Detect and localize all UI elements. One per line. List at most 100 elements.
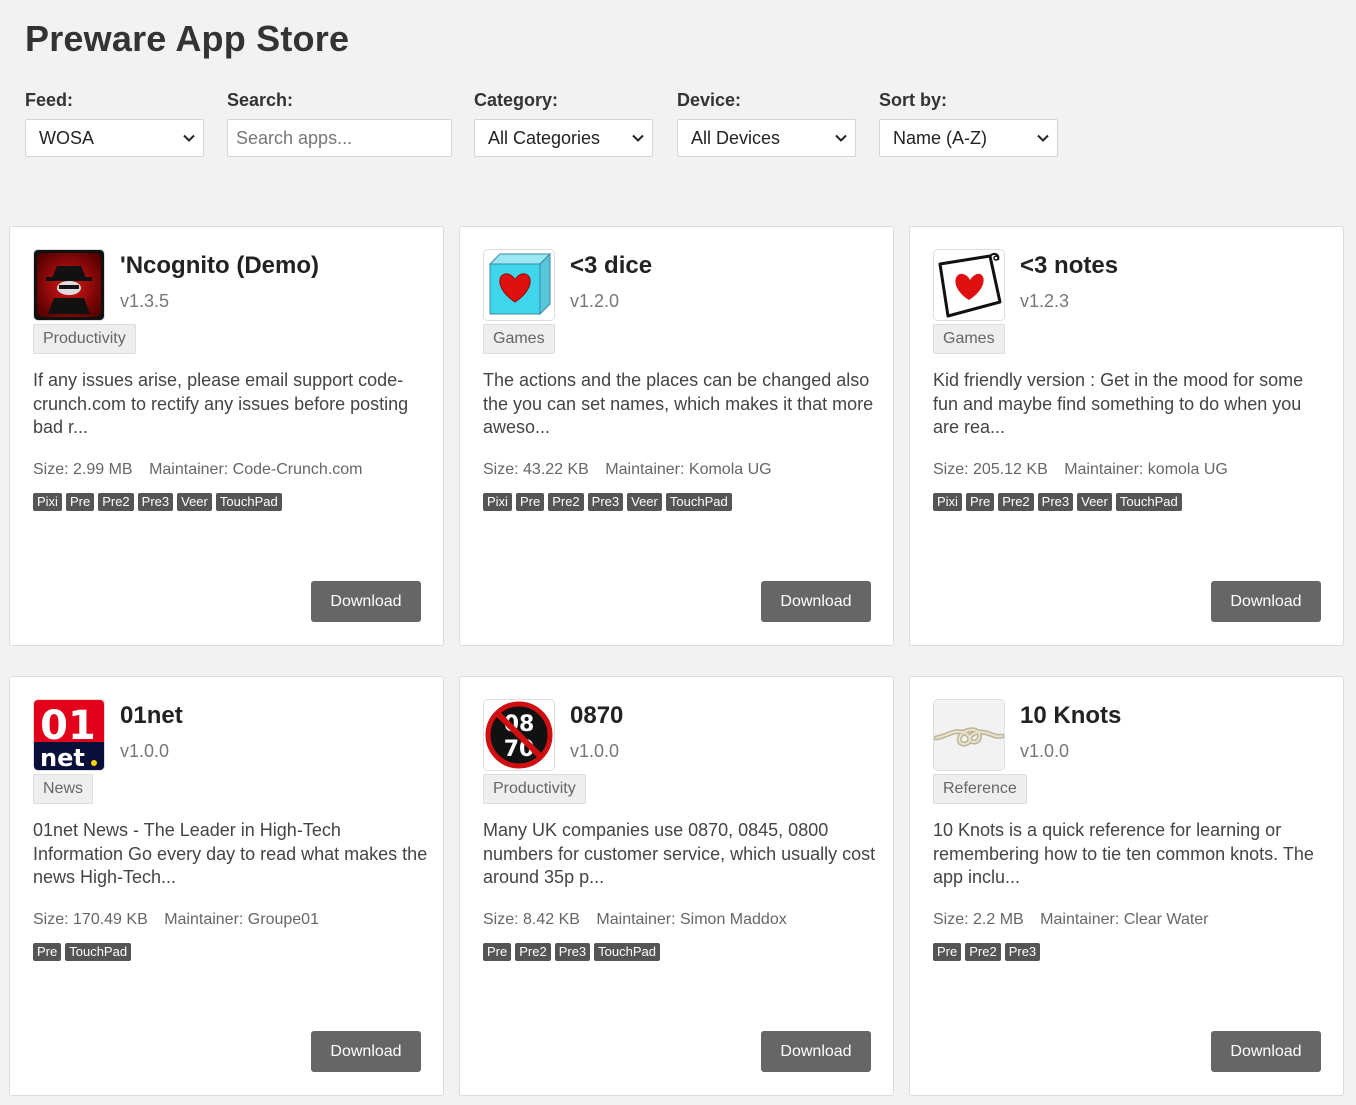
device-tag: TouchPad <box>1115 493 1182 511</box>
heart-note-icon <box>933 249 1005 321</box>
app-name: <3 dice <box>570 252 653 279</box>
app-description: 10 Knots is a quick reference for learni… <box>933 820 1314 887</box>
app-maintainer: Maintainer: komola UG <box>1064 461 1228 478</box>
device-tag: Pre2 <box>515 943 551 961</box>
device-tag: Pre <box>65 493 95 511</box>
app-size: Size: 2.99 MB <box>33 461 133 478</box>
no-0870-icon: 08 70 <box>483 699 555 771</box>
app-meta: Size: 43.22 KB Maintainer: Komola UG <box>483 461 772 479</box>
chevron-down-icon <box>183 134 195 142</box>
app-description: Kid friendly version : Get in the mood f… <box>933 370 1304 437</box>
chevron-down-icon <box>632 134 644 142</box>
app-maintainer: Maintainer: Komola UG <box>605 461 772 478</box>
app-meta: Size: 205.12 KB Maintainer: komola UG <box>933 461 1228 479</box>
device-tag: Veer <box>177 493 212 511</box>
category-badge: News <box>33 774 94 804</box>
app-size: Size: 170.49 KB <box>33 911 148 928</box>
app-maintainer: Maintainer: Simon Maddox <box>596 911 787 928</box>
download-button[interactable]: Download <box>311 1031 421 1072</box>
device-tag: Pre <box>965 493 995 511</box>
device-tag: Pre2 <box>98 493 134 511</box>
device-tag: Pre <box>483 943 512 961</box>
device-tag: Pre2 <box>998 493 1034 511</box>
device-tag: Pre <box>933 943 962 961</box>
app-name: <3 notes <box>1020 252 1119 279</box>
heart-dice-icon <box>483 249 555 321</box>
app-name: 0870 <box>570 702 624 729</box>
app-description: 01net News - The Leader in High-Tech Inf… <box>33 820 428 887</box>
device-tag: Pre3 <box>1004 943 1041 961</box>
download-button[interactable]: Download <box>311 581 421 622</box>
download-button[interactable]: Download <box>761 1031 871 1072</box>
app-version: v1.0.0 <box>120 741 170 761</box>
device-tags: Pixi Pre Pre2 Pre3 Veer TouchPad <box>933 493 1182 511</box>
device-filter: Device: All Devices <box>677 90 856 157</box>
device-tag: Pre2 <box>965 943 1001 961</box>
icon-text-bottom: net <box>40 744 85 770</box>
device-select-value: All Devices <box>691 128 781 148</box>
app-maintainer: Maintainer: Clear Water <box>1040 911 1209 928</box>
app-meta: Size: 170.49 KB Maintainer: Groupe01 <box>33 911 319 929</box>
chevron-down-icon <box>1037 134 1049 142</box>
app-size: Size: 8.42 KB <box>483 911 580 928</box>
category-select[interactable]: All Categories <box>474 119 653 157</box>
01net-logo-icon: 01 net <box>33 699 105 771</box>
icon-text-top: 01 <box>40 703 96 749</box>
device-select[interactable]: All Devices <box>677 119 856 157</box>
app-card: 01 net 01net v1.0.0 News 01net News - Th… <box>9 676 444 1096</box>
category-badge: Reference <box>933 774 1027 804</box>
device-tag: Pixi <box>483 493 512 511</box>
app-card: <3 dice v1.2.0 Games The actions and the… <box>459 226 894 646</box>
app-description: The actions and the places can be change… <box>483 370 874 437</box>
category-badge: Games <box>933 324 1005 354</box>
feed-select-value: WOSA <box>39 128 95 148</box>
app-name: 10 Knots <box>1020 702 1122 729</box>
category-filter: Category: All Categories <box>474 90 653 157</box>
download-button[interactable]: Download <box>1211 1031 1321 1072</box>
device-tag: TouchPad <box>594 943 660 961</box>
app-name: 'Ncognito (Demo) <box>120 252 320 279</box>
device-tag: Pre3 <box>554 943 591 961</box>
device-tag: Pre3 <box>1037 493 1074 511</box>
app-card: 'Ncognito (Demo) v1.3.5 Productivity If … <box>9 226 444 646</box>
device-tag: Veer <box>627 493 662 511</box>
device-tag: TouchPad <box>65 943 132 961</box>
category-select-value: All Categories <box>488 128 601 148</box>
device-tag: Veer <box>1077 493 1112 511</box>
app-meta: Size: 2.99 MB Maintainer: Code-Crunch.co… <box>33 461 362 479</box>
app-card: <3 notes v1.2.3 Games Kid friendly versi… <box>909 226 1344 646</box>
device-tags: Pixi Pre Pre2 Pre3 Veer TouchPad <box>33 493 282 511</box>
device-tags: Pre TouchPad <box>33 943 132 961</box>
app-version: v1.2.0 <box>570 291 620 311</box>
device-tag: Pixi <box>33 493 62 511</box>
filter-bar: Feed: WOSA Search: Category: All Categor… <box>0 0 1356 200</box>
sort-filter: Sort by: Name (A-Z) <box>879 90 1058 157</box>
sort-label: Sort by: <box>879 90 948 110</box>
feed-label: Feed: <box>25 90 74 110</box>
category-badge: Productivity <box>33 324 136 354</box>
download-button[interactable]: Download <box>1211 581 1321 622</box>
app-card: 08 70 0870 v1.0.0 Productivity Many UK c… <box>459 676 894 1096</box>
feed-select[interactable]: WOSA <box>25 119 204 157</box>
device-tag: Pre2 <box>548 493 584 511</box>
sort-select-value: Name (A-Z) <box>893 128 987 148</box>
app-meta: Size: 8.42 KB Maintainer: Simon Maddox <box>483 911 787 929</box>
app-size: Size: 205.12 KB <box>933 461 1048 478</box>
device-tag: Pixi <box>933 493 962 511</box>
category-label: Category: <box>474 90 559 110</box>
sort-select[interactable]: Name (A-Z) <box>879 119 1058 157</box>
device-label: Device: <box>677 90 742 110</box>
search-input[interactable] <box>227 119 452 157</box>
app-maintainer: Maintainer: Code-Crunch.com <box>149 461 363 478</box>
device-tag: Pre3 <box>137 493 174 511</box>
app-size: Size: 2.2 MB <box>933 911 1024 928</box>
category-badge: Productivity <box>483 774 586 804</box>
search-label: Search: <box>227 90 294 110</box>
download-button[interactable]: Download <box>761 581 871 622</box>
device-tag: Pre3 <box>587 493 624 511</box>
app-description: Many UK companies use 0870, 0845, 0800 n… <box>483 820 876 887</box>
app-version: v1.0.0 <box>570 741 620 761</box>
app-size: Size: 43.22 KB <box>483 461 589 478</box>
device-tags: Pixi Pre Pre2 Pre3 Veer TouchPad <box>483 493 732 511</box>
feed-filter: Feed: WOSA <box>25 90 204 157</box>
